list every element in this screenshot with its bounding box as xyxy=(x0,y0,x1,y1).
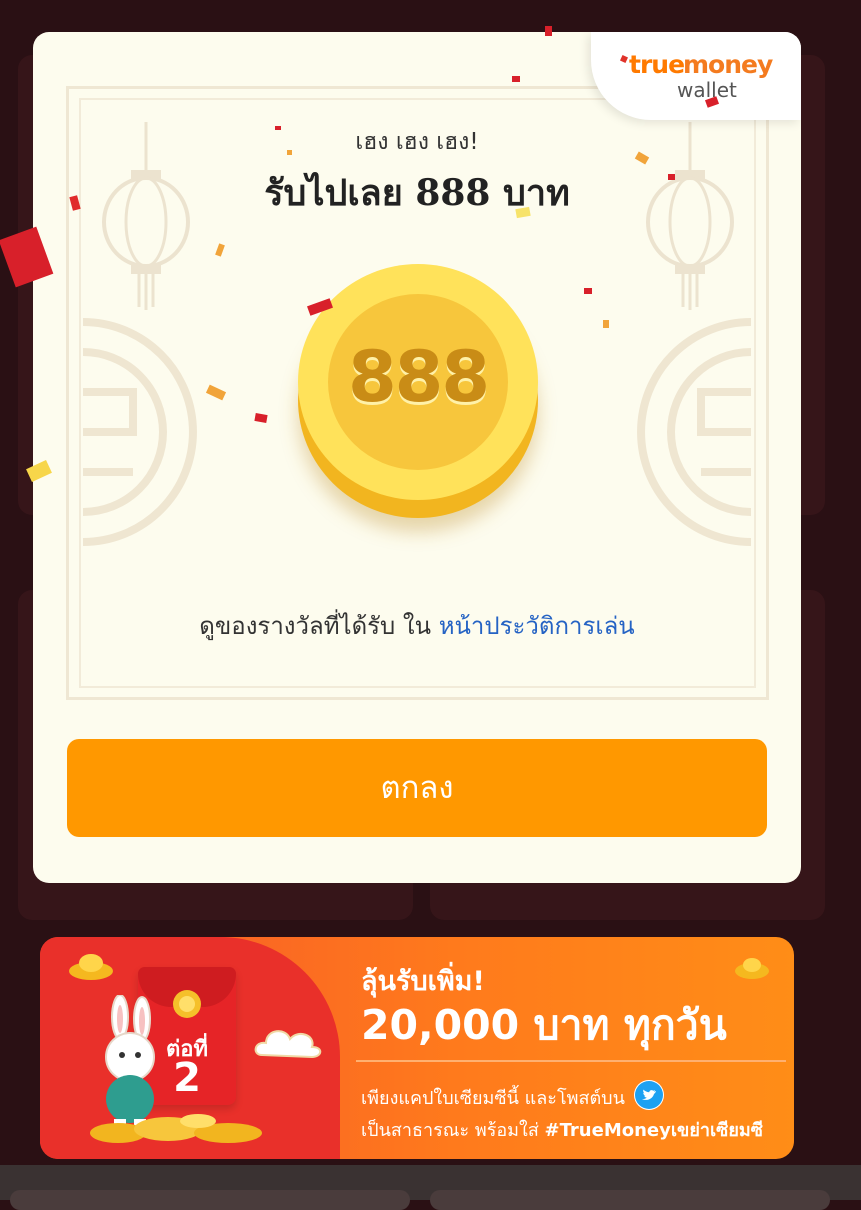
medallion-ornament xyxy=(82,318,197,546)
logo-text-true: true xyxy=(629,50,685,79)
confetti-piece xyxy=(584,288,592,294)
coin-face: 888 xyxy=(298,264,538,500)
banner-instruction-1: เพียงแคปใบเซียมซีนี้ และโพสต์บน xyxy=(361,1088,625,1109)
coin-icon: 888 xyxy=(298,264,543,526)
confetti-piece xyxy=(668,174,675,180)
logo-mark xyxy=(620,55,628,63)
logo-text-money: money xyxy=(683,50,773,79)
confetti-piece xyxy=(603,320,609,328)
medallion-ornament xyxy=(637,318,752,546)
bottom-tab[interactable] xyxy=(430,1190,830,1210)
banner-headline-large: 20,000 บาท ทุกวัน xyxy=(361,1001,727,1049)
reward-subtitle: เฮง เฮง เฮง! xyxy=(355,129,479,155)
twitter-icon xyxy=(634,1080,664,1110)
history-text: ดูของรางวัลที่ได้รับ ใน xyxy=(199,612,439,640)
banner-instruction-2-text: เป็นสาธารณะ พร้อมใส่ xyxy=(361,1120,545,1141)
confetti-piece xyxy=(545,26,552,36)
bottom-tab[interactable] xyxy=(10,1190,410,1210)
history-link[interactable]: หน้าประวัติการเล่น xyxy=(439,612,635,640)
reward-title: รับไปเลย 888 บาท xyxy=(264,172,570,214)
ok-button[interactable]: ตกลง xyxy=(67,739,767,837)
cloud-icon xyxy=(254,1030,322,1059)
confetti-piece xyxy=(287,150,292,155)
gold-coins-pile xyxy=(90,1114,262,1143)
confetti-piece xyxy=(512,76,520,82)
banner-instruction-2: เป็นสาธารณะ พร้อมใส่ #TrueMoneyเขย่าเซีย… xyxy=(361,1115,763,1144)
coin-value: 888 xyxy=(347,336,490,418)
gold-ingot-icon xyxy=(735,958,769,979)
confetti-piece xyxy=(275,126,281,130)
reward-modal: true money wallet เฮง เฮง เฮง! รับไปเลย … xyxy=(33,32,801,883)
history-hint: ดูของรางวัลที่ได้รับ ใน หน้าประวัติการเล… xyxy=(33,606,801,645)
truemoney-wallet-logo: true money wallet xyxy=(591,32,801,120)
coin-icon xyxy=(173,990,201,1018)
banner-divider xyxy=(356,1060,786,1062)
hashtag-text: #TrueMoneyเขย่าเซียมซี xyxy=(544,1120,763,1141)
promo-banner[interactable]: ต่อที่ 2 ลุ้นรับเพิ่ม! 20,000 บาท ทุกวัน… xyxy=(40,937,794,1159)
gold-ingot-icon xyxy=(69,954,113,980)
